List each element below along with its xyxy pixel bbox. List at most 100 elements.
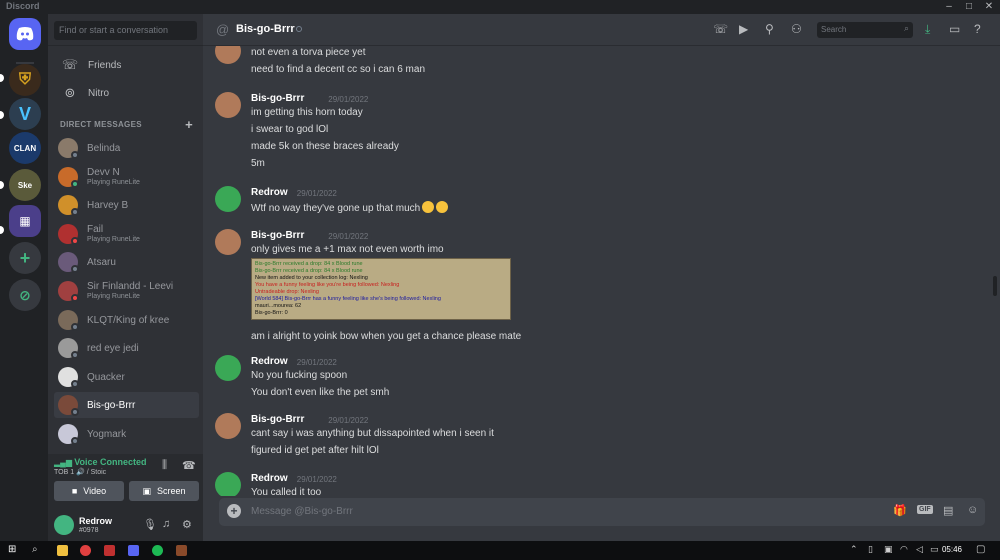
message-input[interactable]: Message @Bis-go-Brrr	[251, 506, 353, 517]
message-author[interactable]: Redrow	[251, 187, 288, 198]
nav-label: Friends	[88, 59, 122, 71]
create-dm-icon[interactable]: +	[185, 117, 193, 132]
message-composer[interactable]: + Message @Bis-go-Brrr 🎁 GIF ▤ ☺	[219, 498, 985, 526]
message-text-content: made 5k on these braces already	[251, 141, 399, 152]
find-conversation-input[interactable]: Find or start a conversation	[54, 21, 197, 40]
volume-icon[interactable]: ◁	[916, 544, 923, 555]
dm-name: Belinda	[87, 143, 121, 154]
dm-name: Harvey B	[87, 200, 129, 212]
nav-nitro[interactable]: ⊚ Nitro	[54, 80, 197, 106]
explore-servers-button[interactable]: ⊘	[9, 279, 41, 311]
status-indicator	[71, 351, 79, 360]
inbox-icon[interactable]: ▭	[949, 22, 960, 36]
chrome-icon[interactable]	[80, 545, 91, 556]
voice-channel[interactable]: TOB 1 🔊 / Stoic	[54, 468, 106, 476]
avatar[interactable]	[215, 413, 241, 439]
message-text-content: Wtf no way they've gone up that much	[251, 203, 421, 214]
video-call-icon[interactable]: ▶	[739, 22, 748, 36]
message-text-content: only gives me a +1 max not even worth im…	[251, 244, 444, 255]
maximize-icon[interactable]: □	[960, 0, 978, 13]
avatar[interactable]	[215, 472, 241, 496]
video-button[interactable]: ■ Video	[54, 481, 124, 501]
spotify-icon[interactable]	[152, 545, 163, 556]
disconnect-icon[interactable]: ☎	[182, 459, 196, 472]
discord-taskbar-icon[interactable]	[128, 545, 139, 556]
status-indicator	[71, 265, 79, 274]
avatar[interactable]	[215, 46, 241, 64]
dm-name: KLQT/King of kree	[87, 314, 170, 326]
close-icon[interactable]: ✕	[980, 0, 998, 13]
message-author[interactable]: Bis-go-Brrr	[251, 93, 304, 104]
tray-chevron-icon[interactable]: ⌃	[850, 544, 858, 555]
message-list: not even a torva piece yet need to find a…	[203, 46, 992, 496]
attach-button[interactable]: +	[227, 504, 241, 518]
scrollbar-thumb[interactable]	[993, 276, 997, 296]
avatar[interactable]	[215, 355, 241, 381]
add-friend-icon[interactable]: ⚇	[791, 22, 802, 36]
server-folder[interactable]: ▦	[9, 205, 41, 237]
search-input[interactable]: Search ⌕	[817, 22, 913, 38]
server-clan[interactable]: CLAN	[9, 132, 41, 164]
network-icon[interactable]: ▯	[868, 544, 873, 555]
wifi-icon[interactable]: ◠	[900, 544, 908, 555]
clan-icon: CLAN	[13, 143, 37, 153]
dm-item[interactable]: KLQT/King of kree	[54, 307, 199, 333]
server-ske[interactable]: Ske	[9, 169, 41, 201]
dm-item[interactable]: Harvey B	[54, 192, 199, 218]
dm-item[interactable]: Yogmark	[54, 421, 199, 447]
message-text: figured id get pet after hilt lOl	[251, 445, 379, 456]
voice-call-icon[interactable]: ☏	[713, 22, 728, 36]
windows-start-icon[interactable]: ⊞	[8, 544, 16, 555]
noise-suppression-icon[interactable]: ⫼	[162, 459, 167, 472]
add-server-button[interactable]: +	[9, 242, 41, 274]
dm-item[interactable]: Devv N Playing RuneLite	[54, 164, 199, 190]
pin-icon[interactable]: ⚲	[765, 22, 774, 36]
dm-item[interactable]: red eye jedi	[54, 335, 199, 361]
avatar[interactable]	[54, 515, 74, 535]
message-author[interactable]: Bis-go-Brrr	[251, 414, 304, 425]
avatar[interactable]	[215, 186, 241, 212]
gear-icon[interactable]: ⚙	[182, 518, 192, 531]
help-icon[interactable]: ?	[974, 22, 981, 36]
attachment-text-line: Untradeable drop: Nexling	[255, 289, 319, 295]
gift-icon[interactable]: 🎁	[893, 504, 907, 517]
emoji-icon[interactable]: ☺	[967, 504, 978, 516]
scrollbar[interactable]	[992, 46, 998, 496]
search-icon[interactable]: ⌕	[32, 544, 38, 555]
runelite-icon[interactable]	[176, 545, 187, 556]
screen-share-button[interactable]: ▣ Screen	[129, 481, 199, 501]
message-text: You don't even like the pet smh	[251, 387, 389, 398]
dm-item[interactable]: Fail Playing RuneLite	[54, 221, 199, 247]
dm-item[interactable]: Quacker	[54, 364, 199, 390]
avatar[interactable]	[215, 229, 241, 255]
keyboard-icon[interactable]: ▭	[930, 544, 939, 555]
dm-item[interactable]: Bis-go-Brrr	[54, 392, 199, 419]
headphones-icon[interactable]: ♫	[162, 518, 170, 530]
image-attachment[interactable]: Bis-go-Brrr received a drop: 84 x Blood …	[251, 258, 511, 320]
download-icon[interactable]: ⤓	[925, 22, 930, 37]
gif-button[interactable]: GIF	[917, 505, 933, 514]
dm-header-label: DIRECT MESSAGES	[60, 120, 142, 129]
dm-item[interactable]: Sir Finlandd - Leevi Playing RuneLite	[54, 278, 199, 304]
tray-app-icon[interactable]: ▣	[884, 544, 893, 555]
microphone-icon[interactable]: 🎙	[143, 518, 157, 531]
minimize-icon[interactable]: –	[940, 0, 958, 13]
notifications-icon[interactable]: ▢	[976, 544, 985, 555]
signal-icon: ▂▄▆	[54, 458, 75, 467]
attachment-text-line: Bis-go-Brrr received a drop: 84 x Blood …	[255, 268, 363, 274]
message-author[interactable]: Redrow	[251, 473, 288, 484]
message-author[interactable]: Bis-go-Brrr	[251, 230, 304, 241]
message-author[interactable]: Redrow	[251, 356, 288, 367]
file-explorer-icon[interactable]	[57, 545, 68, 556]
app-icon[interactable]	[104, 545, 115, 556]
avatar[interactable]	[215, 92, 241, 118]
chat-header: @ Bis-go-Brrr ☏ ▶ ⚲ ⚇ Search ⌕ ⤓ ▭ ?	[203, 14, 1000, 46]
dm-item[interactable]: Atsaru	[54, 249, 199, 275]
nav-friends[interactable]: ☏ Friends	[54, 52, 197, 78]
home-button[interactable]	[9, 18, 41, 50]
server-v[interactable]: V	[9, 98, 41, 130]
attachment-text-line: Bis-go-Brrr: 0	[255, 310, 288, 316]
dm-item[interactable]: Belinda	[54, 135, 199, 161]
server-warrior[interactable]: ⛨	[9, 64, 41, 96]
sticker-icon[interactable]: ▤	[943, 504, 953, 517]
